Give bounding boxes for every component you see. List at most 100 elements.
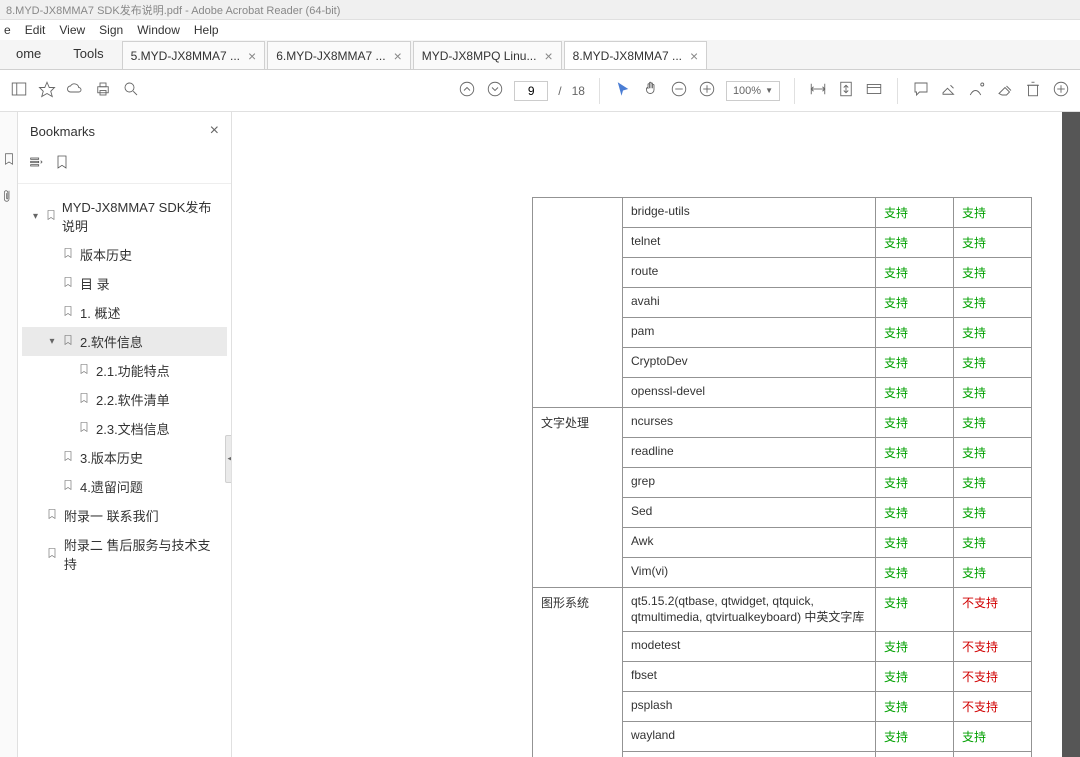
category-cell: 文字处理 bbox=[533, 408, 623, 588]
bookmark-label: 3.版本历史 bbox=[80, 448, 143, 467]
support-cell: 支持 bbox=[876, 498, 954, 528]
support-cell: 支持 bbox=[876, 588, 954, 632]
item-cell: route bbox=[623, 258, 876, 288]
support-cell: 支持 bbox=[876, 692, 954, 722]
page-number-input[interactable] bbox=[514, 81, 548, 101]
support-cell: 支持 bbox=[954, 228, 1032, 258]
menu-file[interactable]: e bbox=[4, 23, 11, 37]
bookmarks-title: Bookmarks bbox=[30, 124, 95, 139]
support-cell: 支持 bbox=[876, 198, 954, 228]
page-up-icon[interactable] bbox=[458, 80, 476, 101]
document-viewport[interactable]: bridge-utils支持支持telnet支持支持route支持支持avahi… bbox=[232, 112, 1080, 757]
support-cell: 支持 bbox=[954, 722, 1032, 752]
menu-view[interactable]: View bbox=[59, 23, 85, 37]
zoom-level[interactable]: 100%▼ bbox=[726, 81, 780, 101]
fit-page-icon[interactable] bbox=[837, 80, 855, 101]
bookmark-item[interactable]: 目 录 bbox=[22, 269, 227, 298]
bookmark-label: 目 录 bbox=[80, 274, 110, 293]
close-icon[interactable]: × bbox=[544, 48, 552, 64]
item-cell: pam bbox=[623, 318, 876, 348]
category-cell bbox=[533, 198, 623, 408]
tab-bar: ome Tools 5.MYD-JX8MMA7 ...×6.MYD-JX8MMA… bbox=[0, 40, 1080, 70]
bookmark-item[interactable]: 版本历史 bbox=[22, 240, 227, 269]
support-cell: 支持 bbox=[876, 722, 954, 752]
bookmark-label: 版本历史 bbox=[80, 245, 132, 264]
zoom-in-icon[interactable] bbox=[698, 80, 716, 101]
support-cell: 支持 bbox=[954, 198, 1032, 228]
support-cell: 支持 bbox=[954, 318, 1032, 348]
support-cell: 支持 bbox=[954, 258, 1032, 288]
collapse-handle[interactable]: ◀ bbox=[225, 435, 232, 483]
fit-width-icon[interactable] bbox=[809, 80, 827, 101]
draw-icon[interactable] bbox=[968, 80, 986, 101]
bookmark-rail-icon[interactable] bbox=[2, 152, 16, 169]
cloud-icon[interactable] bbox=[66, 80, 84, 101]
support-cell: 不支持 bbox=[954, 632, 1032, 662]
delete-icon[interactable] bbox=[1024, 80, 1042, 101]
menu-help[interactable]: Help bbox=[194, 23, 219, 37]
selection-tool-icon[interactable] bbox=[614, 80, 632, 101]
support-cell: 支持 bbox=[954, 408, 1032, 438]
options-icon[interactable] bbox=[28, 154, 44, 173]
zoom-out-icon[interactable] bbox=[670, 80, 688, 101]
close-icon[interactable]: × bbox=[210, 122, 219, 140]
bookmark-item[interactable]: 附录一 联系我们 bbox=[22, 501, 227, 530]
document-tab[interactable]: 8.MYD-JX8MMA7 ...× bbox=[564, 41, 708, 69]
bookmark-icon bbox=[62, 449, 76, 466]
sidebar-toggle-icon[interactable] bbox=[10, 80, 28, 101]
software-table: bridge-utils支持支持telnet支持支持route支持支持avahi… bbox=[532, 197, 1033, 757]
bookmarks-panel: Bookmarks × ▾MYD-JX8MMA7 SDK发布说明版本历史目 录 1… bbox=[18, 112, 232, 757]
bookmark-item[interactable]: 4.遗留问题 bbox=[22, 472, 227, 501]
item-cell: openssl-devel bbox=[623, 378, 876, 408]
search-icon[interactable] bbox=[122, 80, 140, 101]
support-cell: 支持 bbox=[876, 438, 954, 468]
print-icon[interactable] bbox=[94, 80, 112, 101]
close-icon[interactable]: × bbox=[394, 48, 402, 64]
new-bookmark-icon[interactable] bbox=[54, 154, 70, 173]
item-cell: modetest bbox=[623, 632, 876, 662]
attachment-rail-icon[interactable] bbox=[2, 189, 16, 206]
bookmark-item[interactable]: 附录二 售后服务与技术支持 bbox=[22, 530, 227, 578]
document-tab[interactable]: 5.MYD-JX8MMA7 ...× bbox=[122, 41, 266, 69]
page-down-icon[interactable] bbox=[486, 80, 504, 101]
chevron-icon[interactable]: ▾ bbox=[30, 211, 41, 222]
item-cell: wayland bbox=[623, 722, 876, 752]
hand-tool-icon[interactable] bbox=[642, 80, 660, 101]
bookmark-item[interactable]: 1. 概述 bbox=[22, 298, 227, 327]
bookmark-icon bbox=[78, 420, 92, 437]
read-mode-icon[interactable] bbox=[865, 80, 883, 101]
chevron-icon[interactable]: ▾ bbox=[46, 336, 58, 347]
menu-edit[interactable]: Edit bbox=[25, 23, 46, 37]
support-cell: 支持 bbox=[954, 752, 1032, 757]
table-row: bridge-utils支持支持 bbox=[533, 198, 1032, 228]
main-toolbar: / 18 100%▼ bbox=[0, 70, 1080, 112]
item-cell: bridge-utils bbox=[623, 198, 876, 228]
item-cell: CryptoDev bbox=[623, 348, 876, 378]
document-tab[interactable]: 6.MYD-JX8MMA7 ...× bbox=[267, 41, 411, 69]
bookmark-item[interactable]: 2.3.文档信息 bbox=[22, 414, 227, 443]
support-cell: 支持 bbox=[876, 528, 954, 558]
erase-icon[interactable] bbox=[996, 80, 1014, 101]
menu-sign[interactable]: Sign bbox=[99, 23, 123, 37]
support-cell: 支持 bbox=[954, 438, 1032, 468]
bookmark-icon bbox=[45, 208, 58, 225]
close-icon[interactable]: × bbox=[248, 48, 256, 64]
star-icon[interactable] bbox=[38, 80, 56, 101]
bookmark-icon bbox=[62, 478, 76, 495]
support-cell: 支持 bbox=[954, 528, 1032, 558]
tab-home[interactable]: ome bbox=[0, 39, 57, 69]
page-sep: / bbox=[558, 84, 561, 98]
bookmark-item[interactable]: 3.版本历史 bbox=[22, 443, 227, 472]
document-tab[interactable]: MYD-JX8MPQ Linu...× bbox=[413, 41, 562, 69]
bookmark-item[interactable]: ▾MYD-JX8MMA7 SDK发布说明 bbox=[22, 192, 227, 240]
bookmark-item[interactable]: 2.2.软件清单 bbox=[22, 385, 227, 414]
tab-tools[interactable]: Tools bbox=[57, 39, 119, 69]
share-icon[interactable] bbox=[1052, 80, 1070, 101]
comment-icon[interactable] bbox=[912, 80, 930, 101]
bookmark-item[interactable]: 2.1.功能特点 bbox=[22, 356, 227, 385]
menu-window[interactable]: Window bbox=[137, 23, 180, 37]
support-cell: 支持 bbox=[954, 498, 1032, 528]
highlight-icon[interactable] bbox=[940, 80, 958, 101]
bookmark-item[interactable]: ▾2.软件信息 bbox=[22, 327, 227, 356]
close-icon[interactable]: × bbox=[690, 48, 698, 64]
